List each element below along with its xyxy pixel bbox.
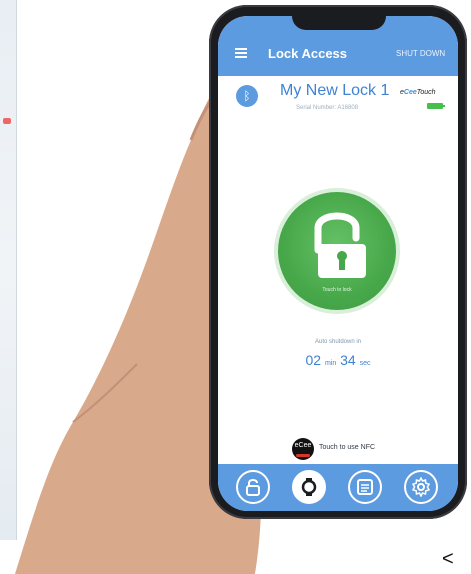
open-lock-icon <box>314 212 366 278</box>
lock-name: My New Lock 1 <box>280 82 390 99</box>
bottom-navigation <box>218 464 458 511</box>
phone-notch <box>292 12 386 30</box>
lock-toggle-button[interactable]: Touch to lock <box>278 192 396 310</box>
nfc-badge-icon: eCee <box>292 438 314 460</box>
battery-indicator <box>427 103 445 109</box>
shut-down-button[interactable]: SHUT DOWN <box>396 49 445 58</box>
lock-caption: Touch to lock <box>322 287 352 293</box>
gear-icon <box>411 477 431 497</box>
menu-icon[interactable] <box>235 48 247 58</box>
brand-logo: eCeeTouch <box>400 89 436 96</box>
phone-screen: Lock Access SHUT DOWN ᛒ My New Lock 1 Se… <box>218 16 458 511</box>
nav-log-button[interactable] <box>348 470 382 504</box>
watch-icon <box>301 478 317 496</box>
auto-shutdown-label: Auto shutdown in <box>314 339 362 345</box>
serial-number: Serial Number: A16808 <box>296 105 359 111</box>
nav-watch-button[interactable] <box>292 470 326 504</box>
background-red-mark <box>3 118 11 124</box>
countdown-timer: 02 min 34 sec <box>305 352 371 368</box>
nav-settings-button[interactable] <box>404 470 438 504</box>
list-icon <box>357 479 373 495</box>
nfc-label: Touch to use NFC <box>319 444 376 451</box>
bluetooth-icon: ᛒ <box>236 85 258 107</box>
app-title: Lock Access <box>268 46 348 61</box>
page-previous-chevron[interactable]: < <box>442 548 454 571</box>
lock-open-icon <box>246 479 260 496</box>
nav-lock-button[interactable] <box>236 470 270 504</box>
nfc-button[interactable]: eCee Touch to use NFC <box>292 438 402 460</box>
